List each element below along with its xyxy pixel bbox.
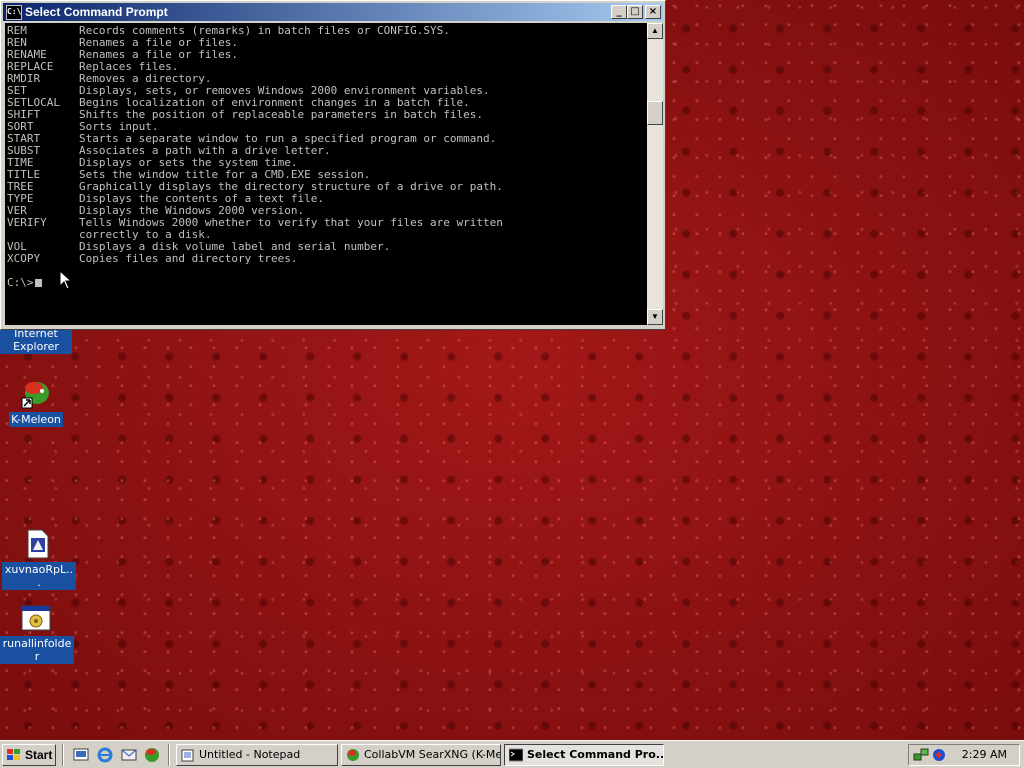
- console-line: XCOPY Copies files and directory trees.: [7, 253, 298, 265]
- desktop-icon-label: Internet Explorer: [0, 326, 72, 354]
- desktop-icon-label: runallinfolder: [0, 636, 74, 664]
- k-meleon-icon: [20, 378, 52, 410]
- taskbar: Start Untitled - Notepad CollabVM SearXN…: [0, 740, 1024, 768]
- console-prompt: C:\>: [7, 276, 34, 289]
- taskbar-button-notepad[interactable]: Untitled - Notepad: [176, 744, 338, 766]
- k-meleon-quicklaunch-icon[interactable]: [143, 746, 161, 764]
- taskbar-button-command-prompt[interactable]: Select Command Pro...: [504, 744, 664, 766]
- window-titlebar[interactable]: C:\ Select Command Prompt _ □ ×: [3, 3, 663, 21]
- outlook-express-icon[interactable]: [120, 746, 138, 764]
- vertical-scrollbar[interactable]: ▲ ▼: [647, 23, 663, 325]
- task-label: Select Command Pro...: [527, 748, 664, 761]
- internet-explorer-icon[interactable]: [96, 746, 114, 764]
- command-prompt-window[interactable]: C:\ Select Command Prompt _ □ × REM Recor…: [0, 0, 666, 330]
- desktop: Internet Explorer K-Meleon xuvnaoRpL...: [0, 0, 1024, 740]
- desktop-icon-program[interactable]: runallinfolder: [0, 602, 74, 664]
- scrollbar-thumb[interactable]: [647, 101, 663, 125]
- taskbar-separator: [168, 744, 170, 766]
- text-cursor: [34, 279, 42, 287]
- desktop-icon-label: xuvnaoRpL...: [2, 562, 76, 590]
- maximize-button[interactable]: □: [627, 5, 643, 19]
- cmd-icon[interactable]: C:\: [6, 5, 22, 20]
- start-label: Start: [25, 748, 53, 762]
- network-icon[interactable]: [913, 747, 929, 763]
- task-label: CollabVM SearXNG (K-Mel...: [364, 748, 501, 761]
- mouse-pointer-icon: [59, 270, 73, 290]
- show-desktop-icon[interactable]: [72, 746, 90, 764]
- console-command-name: XCOPY: [7, 252, 41, 265]
- console-output[interactable]: REM Records comments (remarks) in batch f…: [5, 23, 647, 325]
- console-command-name: VERIFY: [7, 216, 47, 229]
- document-icon: [22, 528, 54, 560]
- desktop-icon-k-meleon[interactable]: K-Meleon: [0, 378, 72, 427]
- window-title: Select Command Prompt: [25, 5, 168, 19]
- desktop-icon-label: K-Meleon: [9, 412, 63, 427]
- clock[interactable]: 2:29 AM: [962, 745, 1007, 765]
- windows-logo-icon: [7, 749, 20, 760]
- volume-icon[interactable]: [931, 747, 947, 763]
- minimize-button[interactable]: _: [611, 5, 627, 19]
- start-button[interactable]: Start: [2, 744, 56, 766]
- console-prompt-line[interactable]: C:\>: [7, 277, 42, 289]
- cmd-icon: [509, 748, 523, 762]
- k-meleon-icon: [347, 749, 359, 761]
- desktop-icon-document[interactable]: xuvnaoRpL...: [2, 528, 76, 590]
- desktop-icon-internet-explorer[interactable]: Internet Explorer: [0, 326, 72, 354]
- scroll-up-button[interactable]: ▲: [647, 23, 663, 39]
- taskbar-separator: [62, 744, 64, 766]
- program-icon: [20, 602, 52, 634]
- taskbar-button-k-meleon[interactable]: CollabVM SearXNG (K-Mel...: [341, 744, 501, 766]
- scroll-down-button[interactable]: ▼: [647, 309, 663, 325]
- task-label: Untitled - Notepad: [199, 748, 301, 761]
- notepad-icon: [181, 749, 194, 762]
- close-button[interactable]: ×: [645, 5, 661, 19]
- system-tray: 2:29 AM: [908, 744, 1020, 766]
- console-command-description: Copies files and directory trees.: [79, 252, 298, 265]
